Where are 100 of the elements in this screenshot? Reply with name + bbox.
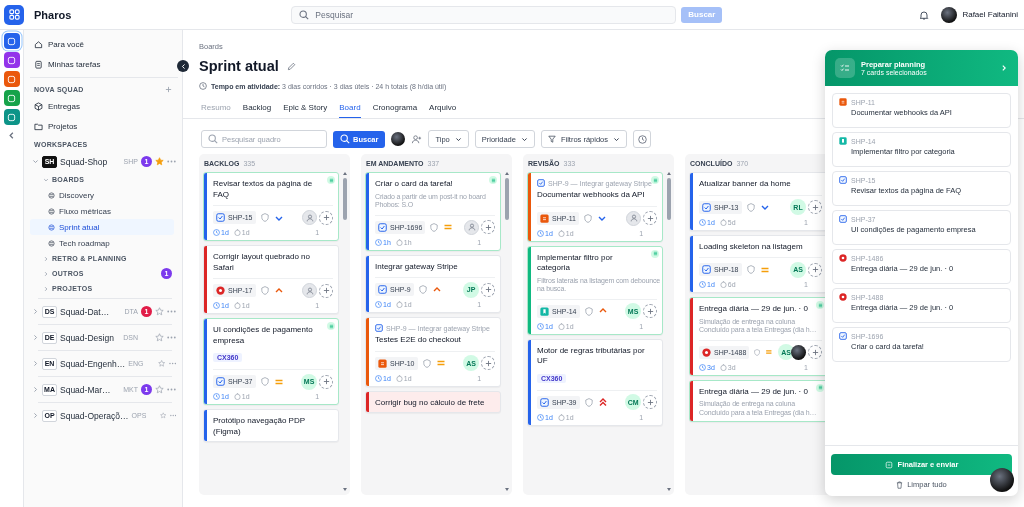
collapse-sidebar-button[interactable] bbox=[177, 60, 189, 72]
app-switcher-icon[interactable] bbox=[3, 52, 20, 68]
task-card[interactable]: Corrigir bug no cálculo de frete bbox=[365, 390, 502, 413]
card-title: Atualizar banner da home bbox=[699, 179, 792, 190]
card-title: Integrar gateway Stripe bbox=[375, 261, 459, 272]
history-button[interactable] bbox=[633, 130, 652, 148]
more-icon[interactable] bbox=[168, 362, 176, 365]
nav-item[interactable]: Entregas bbox=[30, 96, 178, 116]
add-icon[interactable] bbox=[165, 86, 172, 93]
add-assignee-button[interactable] bbox=[808, 345, 822, 359]
expand-chevron-icon bbox=[32, 412, 39, 419]
search-field[interactable]: Pesquisar bbox=[291, 5, 677, 24]
board-icon bbox=[48, 223, 55, 231]
star-icon[interactable] bbox=[155, 385, 164, 394]
timer-icon bbox=[557, 322, 565, 330]
plus-icon bbox=[484, 223, 492, 231]
trash-icon bbox=[896, 480, 904, 489]
search-icon bbox=[340, 134, 350, 144]
app-switcher-icon[interactable] bbox=[3, 109, 20, 125]
card-title: Entrega diária — 29 de jun. · 0 bbox=[699, 304, 809, 315]
clock-icon bbox=[375, 374, 382, 382]
more-icon[interactable] bbox=[167, 160, 176, 163]
tab[interactable]: Arquivo bbox=[429, 100, 457, 118]
avatar-photo[interactable] bbox=[990, 468, 1014, 492]
add-assignee-button[interactable] bbox=[808, 200, 822, 214]
card-title: Testes E2E do checkout bbox=[375, 335, 462, 346]
app-switcher-icon[interactable] bbox=[3, 90, 20, 106]
plus-icon bbox=[646, 214, 654, 222]
more-icon[interactable] bbox=[167, 388, 176, 391]
add-assignee-button[interactable] bbox=[319, 374, 334, 389]
workspace-name[interactable]: Squad-Design bbox=[60, 332, 121, 343]
clock-icon bbox=[699, 281, 706, 288]
card-title: Corrigir bug no cálculo de frete bbox=[375, 397, 486, 408]
add-assignee-button[interactable] bbox=[643, 211, 658, 225]
tab[interactable]: Cronograma bbox=[372, 100, 418, 118]
add-assignee-button[interactable] bbox=[481, 220, 496, 234]
shield-icon bbox=[422, 358, 431, 368]
shield-icon bbox=[260, 286, 269, 295]
add-assignee-button[interactable] bbox=[643, 304, 658, 318]
selected-badge bbox=[651, 176, 660, 184]
app-switcher-icon[interactable] bbox=[3, 71, 20, 87]
collapse-icon bbox=[7, 131, 16, 140]
task-card[interactable]: Protótipo navegação PDP (Figma) bbox=[203, 409, 340, 442]
expand-chevron-icon bbox=[32, 360, 39, 367]
chevron-icon bbox=[1000, 64, 1008, 72]
shield-icon bbox=[430, 222, 439, 232]
add-assignee-button[interactable] bbox=[481, 282, 496, 297]
workspace-name[interactable]: Squad-Engenh… bbox=[60, 358, 126, 369]
person-icon[interactable] bbox=[464, 219, 480, 235]
add-assignee-button[interactable] bbox=[643, 395, 658, 409]
app-logo-icon[interactable] bbox=[4, 4, 24, 25]
board-item[interactable]: Fluxo métricas bbox=[30, 203, 174, 219]
avatar-photo[interactable] bbox=[791, 344, 806, 360]
more-icon[interactable] bbox=[169, 414, 176, 417]
add-person-icon[interactable] bbox=[411, 133, 423, 145]
star-icon[interactable] bbox=[155, 333, 164, 342]
more-icon[interactable] bbox=[167, 310, 176, 313]
star-icon[interactable] bbox=[160, 411, 167, 420]
add-assignee-button[interactable] bbox=[319, 210, 334, 225]
pencil-icon[interactable] bbox=[286, 61, 296, 71]
workspace-name[interactable]: Squad-Operaçõ… bbox=[60, 410, 129, 421]
card-title: Criar o card da tarefa! bbox=[375, 179, 454, 190]
clock-icon bbox=[537, 413, 544, 421]
selected-badge bbox=[327, 176, 336, 184]
person-icon[interactable] bbox=[626, 210, 642, 226]
star-icon[interactable] bbox=[155, 307, 164, 316]
more-icon[interactable] bbox=[167, 336, 176, 339]
plus-icon bbox=[811, 203, 819, 211]
star-icon[interactable] bbox=[158, 359, 166, 368]
add-assignee-button[interactable] bbox=[808, 262, 822, 277]
funnel-icon bbox=[547, 135, 556, 143]
app-name: Pharos bbox=[34, 8, 72, 21]
person-icon[interactable] bbox=[302, 283, 318, 298]
board-item[interactable]: Tech roadmap bbox=[30, 235, 174, 251]
shield-icon bbox=[584, 397, 593, 407]
timer-icon bbox=[233, 393, 241, 400]
nav-item[interactable]: Para você bbox=[30, 34, 178, 54]
nav-item[interactable]: Projetos bbox=[30, 116, 178, 136]
workspace-name[interactable]: Squad-Shop bbox=[60, 156, 121, 167]
avatar-photo[interactable] bbox=[391, 132, 406, 146]
issue-type-icon bbox=[537, 179, 545, 187]
board-item[interactable]: Sprint atual bbox=[30, 219, 174, 235]
board-item[interactable]: Discovery bbox=[30, 187, 174, 203]
shield-icon bbox=[260, 377, 269, 386]
user-name[interactable]: Rafael Faitanini bbox=[962, 10, 1018, 19]
avatar-photo[interactable] bbox=[941, 6, 958, 23]
nav-item[interactable]: Minhas tarefas bbox=[30, 54, 178, 74]
clock-icon bbox=[213, 393, 220, 400]
notification-bell-icon[interactable] bbox=[919, 9, 930, 20]
shield-icon bbox=[746, 202, 755, 212]
add-assignee-button[interactable] bbox=[319, 283, 334, 298]
add-assignee-button[interactable] bbox=[481, 356, 496, 370]
star-icon[interactable] bbox=[155, 157, 164, 166]
person-icon[interactable] bbox=[302, 210, 318, 225]
tab[interactable]: Backlog bbox=[242, 100, 272, 118]
app-switcher-icon[interactable] bbox=[3, 33, 20, 49]
tab[interactable]: Epic & Story bbox=[283, 100, 328, 118]
workspace-name[interactable]: Squad-Dat… bbox=[60, 306, 122, 317]
tab[interactable]: Board bbox=[339, 100, 361, 118]
workspace-name[interactable]: Squad-Mar… bbox=[60, 384, 121, 395]
